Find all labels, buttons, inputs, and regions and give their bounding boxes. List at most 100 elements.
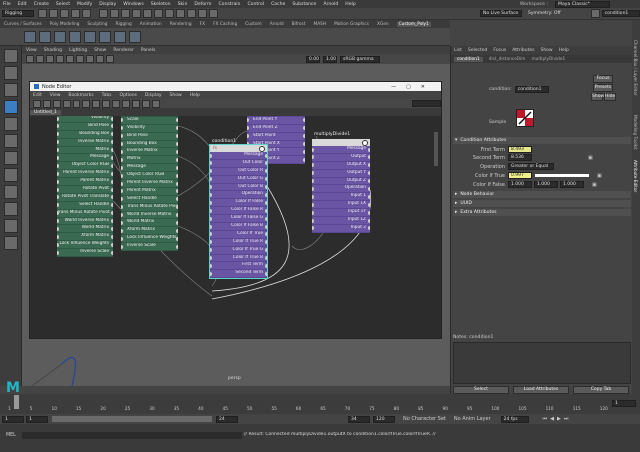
viewport-menu-lighting[interactable]: Lighting: [69, 48, 87, 53]
shelf-tab[interactable]: Arnold: [270, 22, 284, 27]
input-plug[interactable]: [247, 126, 249, 131]
ae-menu-selected[interactable]: Selected: [468, 48, 488, 53]
shelf-tool-icon[interactable]: [99, 30, 111, 43]
lasso-tool-icon[interactable]: [4, 66, 18, 80]
output-plug[interactable]: [111, 187, 113, 192]
node-attribute[interactable]: Out Color G: [210, 176, 267, 184]
output-plug[interactable]: [176, 126, 178, 131]
ae-tab[interactable]: dist_distanceDim: [489, 57, 526, 62]
ipr-render-icon[interactable]: [187, 9, 196, 18]
ae-tab[interactable]: condition1: [454, 56, 483, 62]
output-plug[interactable]: [111, 116, 113, 121]
node-attribute[interactable]: Bounding Box: [121, 141, 178, 149]
map-button-icon[interactable]: ▣: [588, 155, 593, 161]
output-plug[interactable]: [265, 248, 267, 253]
input-plug[interactable]: [210, 192, 212, 197]
input-plug[interactable]: [121, 134, 123, 139]
input-plug[interactable]: [312, 186, 314, 191]
node-attribute[interactable]: Operation: [210, 191, 267, 200]
input-plug[interactable]: [57, 203, 59, 208]
node-search-field[interactable]: [411, 100, 442, 107]
layout-four-icon[interactable]: [4, 168, 18, 182]
layout-graph-icon[interactable]: [4, 219, 18, 233]
snap-grid-icon[interactable]: [132, 9, 141, 18]
node-attribute[interactable]: Visibility: [121, 125, 178, 133]
input-plug[interactable]: [210, 161, 212, 166]
output-plug[interactable]: [111, 234, 113, 239]
node-attribute[interactable]: World Inverse Matrix: [121, 212, 178, 220]
node-editor-menu-edit[interactable]: Edit: [33, 93, 42, 98]
map-button-icon[interactable]: ▣: [597, 173, 602, 179]
output-plug[interactable]: [368, 226, 370, 231]
node-attribute[interactable]: Second Term: [210, 270, 267, 279]
connected-mode-icon[interactable]: [102, 99, 111, 108]
snap-grid-icon[interactable]: [141, 99, 150, 108]
menuset-dropdown[interactable]: Rigging: [2, 10, 34, 17]
shelf-tab[interactable]: XGen: [377, 22, 389, 27]
operation-dropdown[interactable]: Greater or Equal: [508, 163, 554, 170]
character-set-label[interactable]: No Character Set: [403, 416, 446, 422]
node-attribute[interactable]: Inverse Matrix: [121, 148, 178, 157]
output-plug[interactable]: [265, 161, 267, 166]
input-plug[interactable]: [247, 118, 249, 123]
node-attribute[interactable]: Parent Matrix: [121, 188, 178, 196]
scale-tool-icon[interactable]: [4, 134, 18, 148]
node-name-field[interactable]: condition1: [514, 86, 549, 93]
input-plug[interactable]: [121, 220, 123, 225]
input-plug[interactable]: [121, 189, 123, 194]
input-plug[interactable]: [210, 208, 212, 213]
input-plug[interactable]: [121, 228, 123, 233]
full-mode-icon[interactable]: [112, 99, 121, 108]
node-attribute[interactable]: Lock Influence Weights: [57, 241, 113, 250]
paint-select-icon[interactable]: [4, 83, 18, 97]
color-true-slider[interactable]: [535, 174, 589, 177]
output-plug[interactable]: [303, 149, 305, 154]
node-attribute[interactable]: Color If True G: [210, 247, 267, 255]
node-attribute[interactable]: Parent Inverse Matrix: [57, 170, 113, 179]
node-toggle-icon[interactable]: [362, 139, 368, 146]
layout-icon[interactable]: [82, 99, 91, 108]
open-scene-icon[interactable]: [49, 9, 58, 18]
input-plug[interactable]: [312, 202, 314, 207]
graph-both-icon[interactable]: [52, 99, 61, 108]
shelf-tab[interactable]: Animation: [140, 22, 162, 27]
copy-tab-button[interactable]: Copy Tab: [573, 386, 629, 394]
input-plug[interactable]: [121, 197, 123, 202]
node-attribute[interactable]: World Inverse Matrix: [57, 218, 113, 226]
section-node-behavior[interactable]: ▸ Node Behavior: [453, 191, 631, 198]
viewport-menu-show[interactable]: Show: [94, 48, 106, 53]
output-plug[interactable]: [176, 236, 178, 241]
input-plug[interactable]: [121, 149, 123, 154]
node-attribute[interactable]: Scale: [121, 117, 178, 125]
output-plug[interactable]: [265, 216, 267, 221]
node-attribute[interactable]: Parent Inverse Matrix: [121, 180, 178, 188]
camera-icon[interactable]: [26, 55, 34, 63]
output-plug[interactable]: [265, 271, 267, 276]
condition-node[interactable]: fx Message Out Color Out Color R Out Color …: [209, 143, 268, 280]
grid-icon[interactable]: [36, 55, 44, 63]
node-attribute[interactable]: Xform Matrix: [57, 233, 113, 242]
input-plug[interactable]: [210, 224, 212, 229]
output-plug[interactable]: [303, 157, 305, 162]
input-plug[interactable]: [57, 116, 59, 121]
output-plug[interactable]: [176, 228, 178, 233]
input-plug[interactable]: [57, 140, 59, 145]
input-plug[interactable]: [121, 213, 123, 218]
load-attributes-button[interactable]: Load Attributes: [513, 386, 569, 394]
lights-icon[interactable]: [76, 55, 84, 63]
gamma-field[interactable]: 1.00: [323, 55, 337, 63]
menu-item-create[interactable]: Create: [34, 2, 49, 7]
output-plug[interactable]: [368, 163, 370, 168]
output-plug[interactable]: [176, 197, 178, 202]
input-plug[interactable]: [121, 173, 123, 178]
menu-item-constrain[interactable]: Constrain: [218, 2, 240, 7]
textured-icon[interactable]: [66, 55, 74, 63]
output-plug[interactable]: [265, 240, 267, 245]
input-plug[interactable]: [121, 142, 123, 147]
snap-surface-icon[interactable]: [165, 9, 174, 18]
menu-item-help[interactable]: Help: [345, 2, 355, 7]
menu-item-control[interactable]: Control: [247, 2, 264, 7]
viewport-menu-shading[interactable]: Shading: [44, 48, 62, 53]
shelf-tab[interactable]: Rendering: [170, 22, 192, 27]
node-attribute[interactable]: Select Handle: [121, 196, 178, 204]
